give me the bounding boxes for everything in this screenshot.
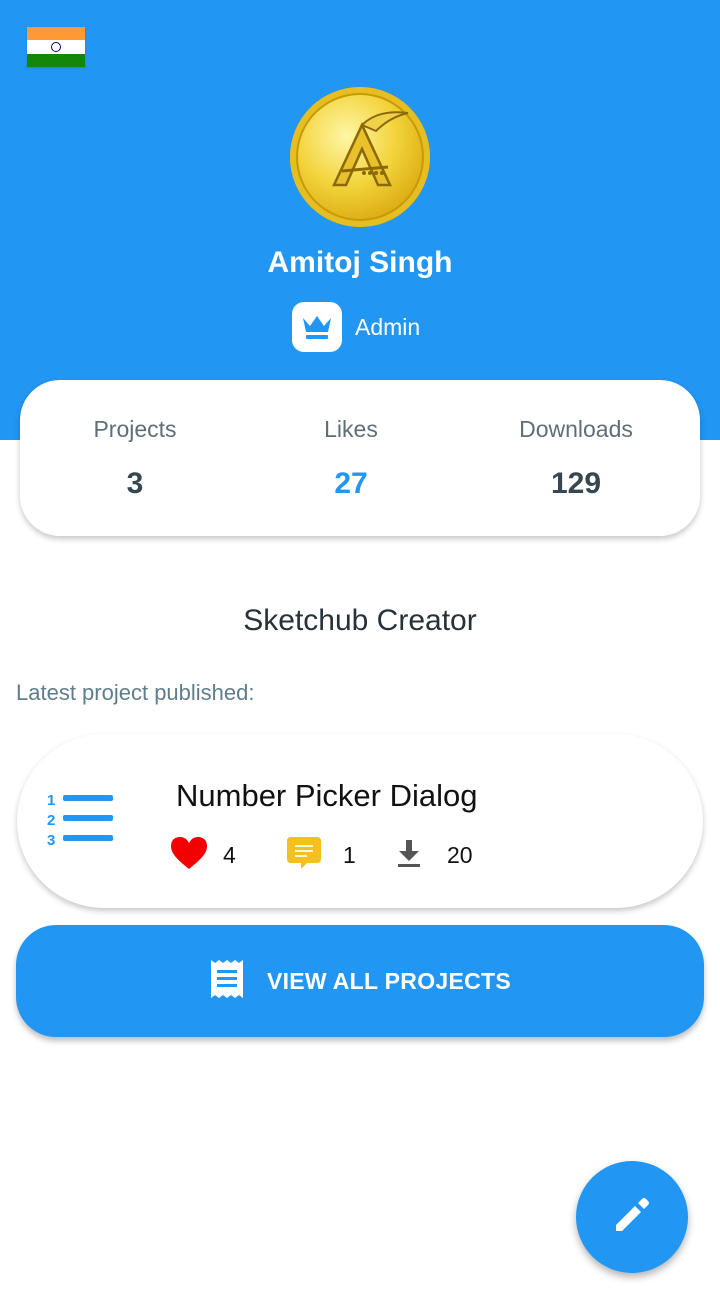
- stat-label: Projects: [93, 416, 177, 442]
- role-badge: Admin: [292, 302, 420, 352]
- latest-project-label: Latest project published:: [16, 680, 255, 705]
- stat-projects[interactable]: Projects 3: [22, 380, 248, 536]
- creator-title: Sketchub Creator: [243, 604, 477, 637]
- svg-text:3: 3: [47, 832, 55, 848]
- latest-project-card[interactable]: 1 2 3 Number Picker Dialog 4 1 20: [17, 734, 703, 908]
- profile-name: Amitoj Singh: [267, 246, 453, 279]
- svg-text:1: 1: [47, 792, 55, 809]
- edit-fab-button[interactable]: [576, 1161, 688, 1273]
- view-all-projects-label: VIEW ALL PROJECTS: [266, 967, 512, 994]
- crown-icon: [292, 302, 342, 352]
- stat-value: 27: [334, 467, 368, 500]
- pencil-icon: [612, 1195, 652, 1239]
- stat-value: 3: [126, 467, 144, 500]
- project-title: Number Picker Dialog: [176, 778, 478, 813]
- stats-card: Projects 3 Likes 27 Downloads 129: [20, 380, 700, 536]
- comments-value: 1: [343, 841, 356, 868]
- stat-label: Likes: [324, 416, 378, 442]
- heart-icon: [170, 836, 208, 874]
- likes-value: 4: [223, 841, 236, 868]
- downloads-count: 20: [395, 834, 473, 876]
- download-icon: [395, 838, 423, 872]
- stat-likes[interactable]: Likes 27: [238, 380, 464, 536]
- receipt-icon: [209, 959, 245, 1003]
- comments-count: 1: [285, 834, 356, 876]
- downloads-value: 20: [447, 841, 473, 868]
- india-flag-icon: [27, 27, 85, 67]
- stat-value: 129: [550, 467, 602, 500]
- numbered-list-icon: 1 2 3: [45, 790, 115, 852]
- stat-label: Downloads: [519, 416, 633, 442]
- stat-downloads[interactable]: Downloads 129: [463, 380, 689, 536]
- likes-count: 4: [170, 834, 236, 876]
- role-label: Admin: [355, 313, 421, 340]
- svg-text:2: 2: [47, 812, 55, 829]
- comment-icon: [285, 835, 323, 875]
- view-all-projects-button[interactable]: VIEW ALL PROJECTS: [16, 925, 704, 1037]
- avatar[interactable]: [290, 87, 430, 227]
